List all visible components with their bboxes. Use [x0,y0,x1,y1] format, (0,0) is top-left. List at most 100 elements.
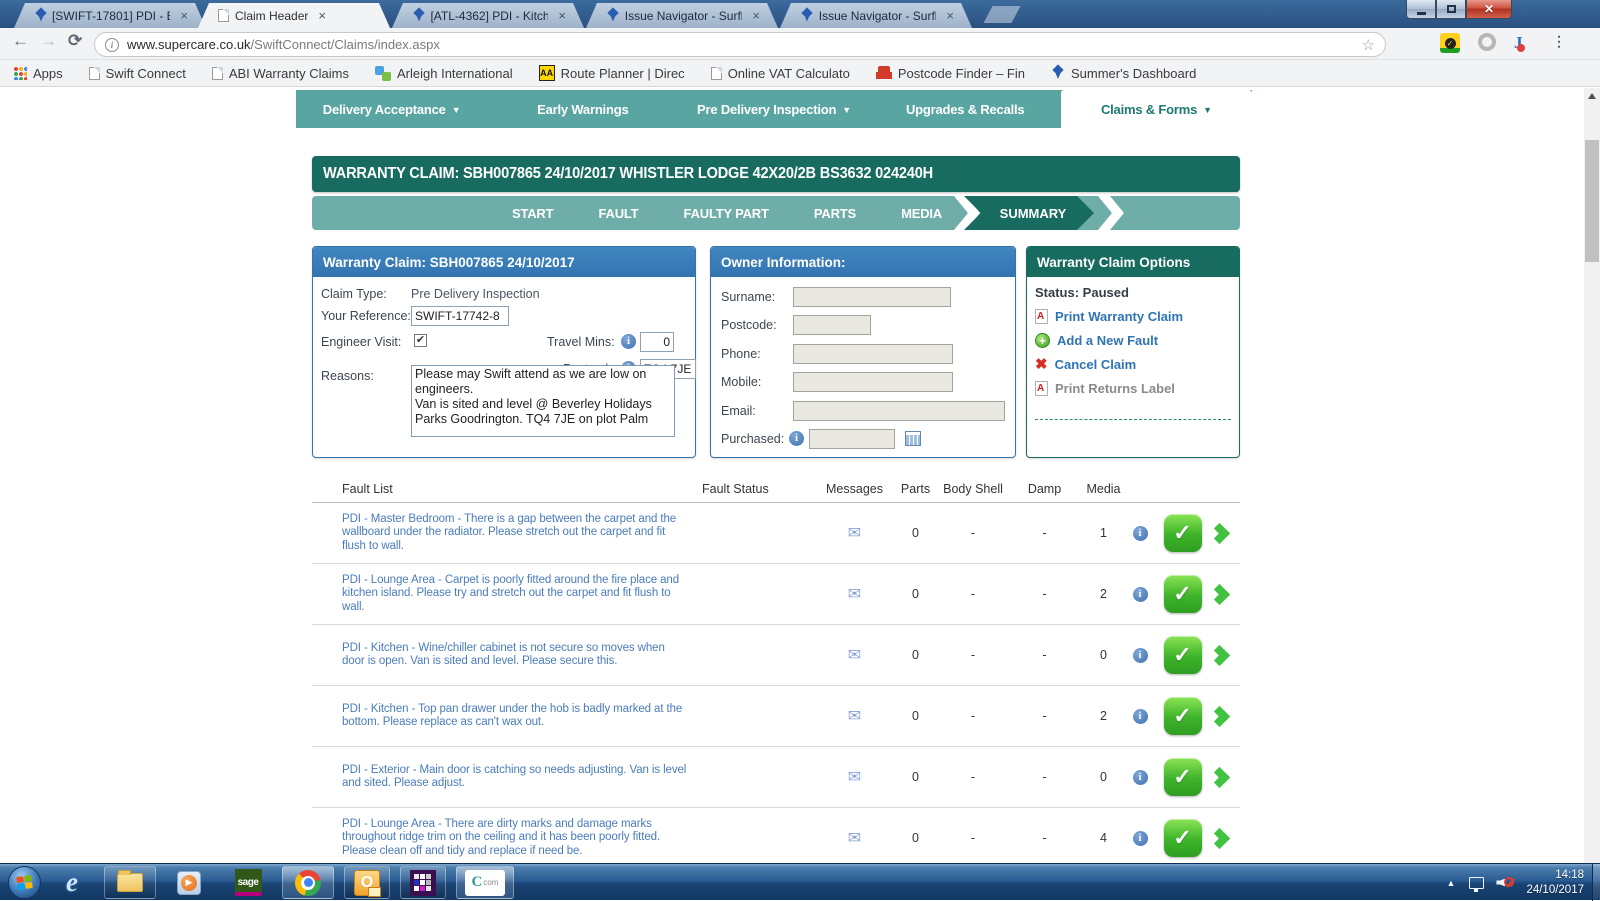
nav-tab-pre-delivery-inspection[interactable]: Pre Delivery Inspection▼ [678,90,869,128]
scroll-up-arrow[interactable] [1588,93,1596,99]
fault-info-icon[interactable]: i [1133,648,1148,663]
messages-envelope-icon[interactable]: ✉ [817,828,892,848]
bookmark-swift-connect[interactable]: Swift Connect [89,66,186,81]
taskbar-outlook[interactable]: O [344,866,390,899]
messages-envelope-icon[interactable]: ✉ [817,584,892,604]
taskbar-clock[interactable]: 14:18 24/10/2017 [1526,868,1584,898]
bookmark-route-planner[interactable]: AARoute Planner | Direc [539,65,685,81]
volume-muted-icon[interactable] [1496,876,1512,890]
reference-input[interactable] [411,306,509,326]
taskbar-com-app[interactable]: Ccom [456,866,514,899]
fault-complete-button[interactable]: ✓ [1164,819,1202,857]
tab-close-icon[interactable]: × [558,8,566,23]
bookmark-apps[interactable]: Apps [14,66,63,81]
tab-close-icon[interactable]: × [180,8,188,23]
forward-button[interactable]: → [40,31,57,51]
print-warranty-claim-link[interactable]: Print Warranty Claim [1035,309,1239,324]
fault-description-link[interactable]: PDI - Exterior - Main door is catching s… [312,758,702,797]
messages-envelope-icon[interactable]: ✉ [817,523,892,543]
fault-description-link[interactable]: PDI - Lounge Area - Carpet is poorly fit… [312,568,702,621]
step-fault[interactable]: FAULT [599,206,639,221]
minimize-button[interactable] [1406,0,1436,19]
fault-open-arrow-icon[interactable] [1209,705,1230,726]
extension-icon-2[interactable] [1478,33,1496,51]
taskbar-ie[interactable]: e [52,866,92,899]
nav-tab-upgrades-recalls[interactable]: Upgrades & Recalls [870,90,1061,128]
step-media[interactable]: MEDIA [901,206,942,221]
bookmark-postcode-finder[interactable]: Postcode Finder – Fin [876,66,1025,81]
mobile-input[interactable] [793,372,953,392]
extension-icon-1[interactable]: ✓ [1440,33,1460,53]
bookmark-abi-warranty[interactable]: ABI Warranty Claims [212,66,349,81]
fault-open-arrow-icon[interactable] [1209,583,1230,604]
fault-info-icon[interactable]: i [1133,526,1148,541]
bookmark-vat-calculator[interactable]: Online VAT Calculato [711,66,850,81]
fault-open-arrow-icon[interactable] [1209,827,1230,848]
nav-tab-early-warnings[interactable]: Early Warnings [487,90,678,128]
taskbar-media-player[interactable]: ▶ [166,866,212,899]
taskbar-chrome-active[interactable] [282,866,334,899]
taskbar-grid-app[interactable] [400,866,446,899]
browser-tab-2-active[interactable]: Claim Header × [198,3,390,28]
nav-tab-claims-forms[interactable]: Claims & Forms▼ [1061,90,1252,128]
tray-expand-icon[interactable]: ▲ [1447,878,1456,888]
messages-envelope-icon[interactable]: ✉ [817,706,892,726]
close-button[interactable]: ✕ [1466,0,1512,19]
cancel-claim-link[interactable]: ✖Cancel Claim [1035,357,1239,372]
messages-envelope-icon[interactable]: ✉ [817,645,892,665]
scrollbar-thumb[interactable] [1585,140,1599,262]
fault-complete-button[interactable]: ✓ [1164,636,1202,674]
fault-complete-button[interactable]: ✓ [1164,758,1202,796]
new-tab-button[interactable] [983,6,1020,23]
fault-open-arrow-icon[interactable] [1209,522,1230,543]
reload-button[interactable]: ⟳ [68,31,82,51]
show-desktop-button[interactable] [1592,864,1600,901]
step-summary-active[interactable]: SUMMARY [964,196,1094,230]
step-parts[interactable]: PARTS [814,206,856,221]
vertical-scrollbar[interactable] [1584,88,1600,863]
back-button[interactable]: ← [12,31,29,51]
phone-input[interactable] [793,344,953,364]
fault-info-icon[interactable]: i [1133,587,1148,602]
fault-open-arrow-icon[interactable] [1209,644,1230,665]
surname-input[interactable] [793,287,951,307]
purchased-info-icon[interactable]: i [789,431,804,446]
engineer-visit-checkbox[interactable]: ✔ [414,334,427,347]
email-input[interactable] [793,401,1005,421]
fault-description-link[interactable]: PDI - Lounge Area - There are dirty mark… [312,812,702,863]
fault-description-link[interactable]: PDI - Kitchen - Wine/chiller cabinet is … [312,636,702,675]
fault-info-icon[interactable]: i [1133,770,1148,785]
tab-close-icon[interactable]: × [946,8,954,23]
calendar-icon[interactable] [905,431,921,446]
maximize-button[interactable] [1436,0,1466,19]
page-info-icon[interactable]: i [105,38,119,52]
fault-open-arrow-icon[interactable] [1209,766,1230,787]
address-bar[interactable]: i www.supercare.co.uk/SwiftConnect/Claim… [94,32,1386,57]
fault-description-link[interactable]: PDI - Kitchen - Top pan drawer under the… [312,697,702,736]
browser-menu-icon[interactable]: ⋮ [1552,33,1566,50]
bookmark-star-icon[interactable]: ☆ [1362,36,1375,54]
browser-tab-3[interactable]: [ATL-4362] PDI - Kitchen × [392,3,584,28]
fault-description-link[interactable]: PDI - Master Bedroom - There is a gap be… [312,507,702,560]
purchased-input[interactable] [809,429,895,449]
fault-complete-button[interactable]: ✓ [1164,575,1202,613]
fault-complete-button[interactable]: ✓ [1164,514,1202,552]
reasons-textarea[interactable]: Please may Swift attend as we are low on… [411,365,675,437]
messages-envelope-icon[interactable]: ✉ [817,767,892,787]
tab-close-icon[interactable]: × [752,8,760,23]
taskbar-explorer[interactable] [104,866,156,899]
bookmark-arleigh[interactable]: Arleigh International [375,65,513,81]
extension-phone-icon[interactable]: J [1514,33,1523,52]
taskbar-sage[interactable]: sage [226,866,270,899]
fault-info-icon[interactable]: i [1133,709,1148,724]
tab-close-icon[interactable]: × [318,8,326,23]
travel-info-icon[interactable]: i [621,334,636,349]
start-button[interactable] [6,866,42,899]
browser-tab-1[interactable]: [SWIFT-17801] PDI - Exte × [14,3,206,28]
browser-tab-4[interactable]: Issue Navigator - Surfba × [586,3,778,28]
fault-info-icon[interactable]: i [1133,831,1148,846]
nav-tab-delivery-acceptance[interactable]: Delivery Acceptance▼ [296,90,487,128]
step-start[interactable]: START [512,206,553,221]
network-icon[interactable] [1469,877,1484,889]
bookmark-summers-dashboard[interactable]: Summer's Dashboard [1051,66,1196,81]
